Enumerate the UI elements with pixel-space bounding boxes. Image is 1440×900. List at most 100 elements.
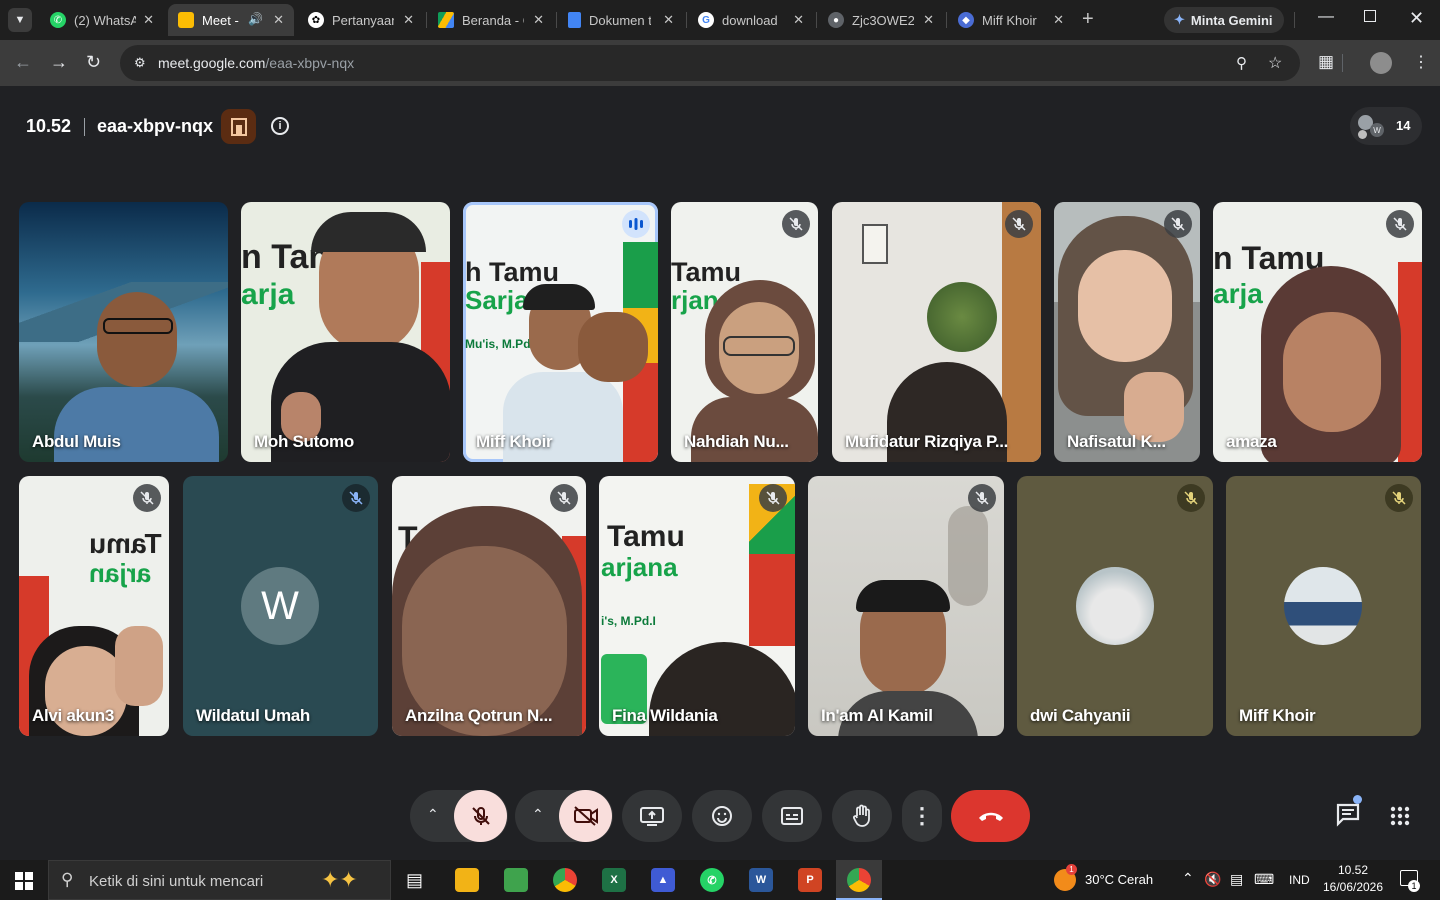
close-icon[interactable]: ✕ <box>143 12 154 28</box>
participant-tile[interactable]: Abdul Muis <box>19 202 228 462</box>
sheets-app-icon[interactable] <box>504 868 528 892</box>
close-icon[interactable]: ✕ <box>403 12 414 28</box>
minimize-icon: — <box>1318 8 1334 25</box>
reactions-button[interactable] <box>692 790 752 842</box>
weather-text[interactable]: 30°C Cerah <box>1085 872 1153 887</box>
task-view-icon[interactable]: ▤ <box>406 870 423 891</box>
profile-avatar[interactable] <box>1370 52 1392 74</box>
address-bar[interactable]: ⚙ meet.google.com/eaa-xbpv-nqx ⚲ ☆ <box>120 45 1300 81</box>
zoom-icon[interactable]: ⚲ <box>1236 54 1247 72</box>
close-icon[interactable]: ✕ <box>663 12 674 28</box>
participant-tile[interactable]: Tamu rjan Nahdiah Nu... <box>671 202 818 462</box>
close-icon[interactable]: ✕ <box>923 12 934 28</box>
activities-button[interactable] <box>1390 806 1410 831</box>
tab-drive[interactable]: Beranda - G ✕ <box>428 4 554 36</box>
minimize-button[interactable]: — <box>1318 8 1334 26</box>
word-icon[interactable]: W <box>749 868 773 892</box>
tab-search-button[interactable]: ▼ <box>8 8 32 32</box>
participants-button[interactable]: W 14 <box>1350 107 1422 145</box>
participant-tile[interactable]: Tam ari Anzilna Qotrun N... <box>392 476 586 736</box>
participant-tile-speaking[interactable]: h Tamu Sarja Mu'is, M.Pd Miff Khoir <box>463 202 658 462</box>
participant-tile[interactable]: n Tamu arja amaza <box>1213 202 1422 462</box>
back-button[interactable]: ← <box>14 52 32 73</box>
captions-button[interactable] <box>762 790 822 842</box>
taskbar-clock[interactable]: 10.52 16/06/2026 <box>1322 863 1384 894</box>
network-icon[interactable]: ▤ <box>1230 871 1243 888</box>
building-icon <box>230 117 247 136</box>
mic-off-icon <box>471 807 490 825</box>
tab-whatsapp[interactable]: ✆ (2) WhatsApp ✕ <box>40 4 164 36</box>
volume-muted-icon[interactable]: 🔇 <box>1204 871 1221 888</box>
participant-tile[interactable]: In'am Al Kamil <box>808 476 1004 736</box>
excel-icon[interactable]: X <box>602 868 626 892</box>
tab-docs[interactable]: Dokumen t ✕ <box>558 4 684 36</box>
microphone-toggle-button[interactable] <box>454 790 507 842</box>
host-controls-button[interactable] <box>221 109 256 144</box>
participant-tile[interactable]: Nafisatul K... <box>1054 202 1200 462</box>
whatsapp-icon: ✆ <box>50 12 66 28</box>
audio-options-button[interactable]: ⌃ <box>427 806 439 823</box>
tab-separator <box>426 12 427 28</box>
close-icon[interactable]: ✕ <box>1053 12 1064 28</box>
header-separator <box>84 118 85 136</box>
tab-meet[interactable]: Meet - eaa 🔊 ✕ <box>168 4 294 36</box>
unread-dot <box>1353 795 1362 804</box>
muted-indicator <box>782 210 810 238</box>
participant-tile[interactable]: Mufidatur Rizqiya P... <box>832 202 1041 462</box>
emoji-icon <box>712 806 732 826</box>
site-settings-icon[interactable]: ⚙ <box>134 55 146 71</box>
start-button[interactable] <box>15 872 33 895</box>
file-explorer-icon[interactable] <box>455 868 479 892</box>
person-hair <box>856 580 950 612</box>
tab-zjc[interactable]: ● Zjc3OWE2 ✕ <box>818 4 944 36</box>
participant-tile[interactable]: dwi Cahyanii <box>1017 476 1213 736</box>
close-icon[interactable]: ✕ <box>533 12 544 28</box>
google-icon: G <box>698 12 714 28</box>
hang-up-icon <box>978 812 1003 821</box>
present-screen-button[interactable] <box>622 790 682 842</box>
whatsapp-icon[interactable]: ✆ <box>700 868 724 892</box>
video-options-button[interactable]: ⌃ <box>532 806 544 823</box>
taskbar-search-box[interactable]: ⚲ Ketik di sini untuk mencari ✦✦ <box>48 860 391 900</box>
leave-call-button[interactable] <box>951 790 1030 842</box>
close-window-button[interactable]: ✕ <box>1409 8 1424 29</box>
slide-text: arja <box>241 278 295 311</box>
gemini-button[interactable]: ✦ Minta Gemini <box>1164 7 1284 33</box>
avatar <box>1076 567 1154 645</box>
raise-hand-button[interactable] <box>832 790 892 842</box>
more-options-button[interactable]: ⋮ <box>902 790 942 842</box>
tab-pertanyaan[interactable]: ✿ Pertanyaan ✕ <box>298 4 424 36</box>
camera-toggle-button[interactable] <box>559 790 612 842</box>
tab-separator <box>946 12 947 28</box>
more-menu-icon[interactable]: ⋮ <box>1413 52 1429 72</box>
close-icon[interactable]: ✕ <box>793 12 804 28</box>
participant-name: Miff Khoir <box>1239 706 1316 725</box>
chevron-up-icon[interactable]: ⌃ <box>1182 870 1194 887</box>
participant-tile[interactable]: W Wildatul Umah <box>183 476 378 736</box>
store-app-icon[interactable]: ▲ <box>651 868 675 892</box>
chrome-icon[interactable] <box>553 868 577 892</box>
person-face <box>97 292 177 387</box>
reload-icon: ↻ <box>86 52 102 72</box>
tab-miff-khoir[interactable]: ◆ Miff Khoir ✕ <box>948 4 1074 36</box>
participant-tile[interactable]: Tamu arjana i's, M.Pd.I Fina Wildania <box>599 476 795 736</box>
muted-indicator <box>1386 210 1414 238</box>
input-language[interactable]: IND <box>1289 873 1310 887</box>
participant-tile[interactable]: Miff Khoir <box>1226 476 1421 736</box>
tab-google-search[interactable]: G download ✕ <box>688 4 814 36</box>
new-tab-button[interactable]: + <box>1082 8 1094 31</box>
reload-button[interactable]: ↻ <box>86 52 101 73</box>
bookmark-star-icon[interactable]: ☆ <box>1268 53 1282 73</box>
close-icon[interactable]: ✕ <box>273 12 284 28</box>
meeting-info-icon[interactable]: i <box>271 117 289 135</box>
chat-button[interactable] <box>1334 795 1362 833</box>
extensions-icon[interactable]: ▦ <box>1318 52 1334 72</box>
participant-tile[interactable]: Tamu arjan Alvi akun3 <box>19 476 169 736</box>
forward-button[interactable]: → <box>50 52 68 73</box>
participant-tile[interactable]: n Tan arja Moh Sutomo <box>241 202 450 462</box>
powerpoint-icon[interactable]: P <box>798 868 822 892</box>
audio-level-icon <box>629 218 643 230</box>
chrome-active-taskbar-button[interactable] <box>836 860 882 900</box>
keyboard-icon[interactable]: ⌨ <box>1254 871 1274 888</box>
restore-button[interactable] <box>1364 10 1376 22</box>
